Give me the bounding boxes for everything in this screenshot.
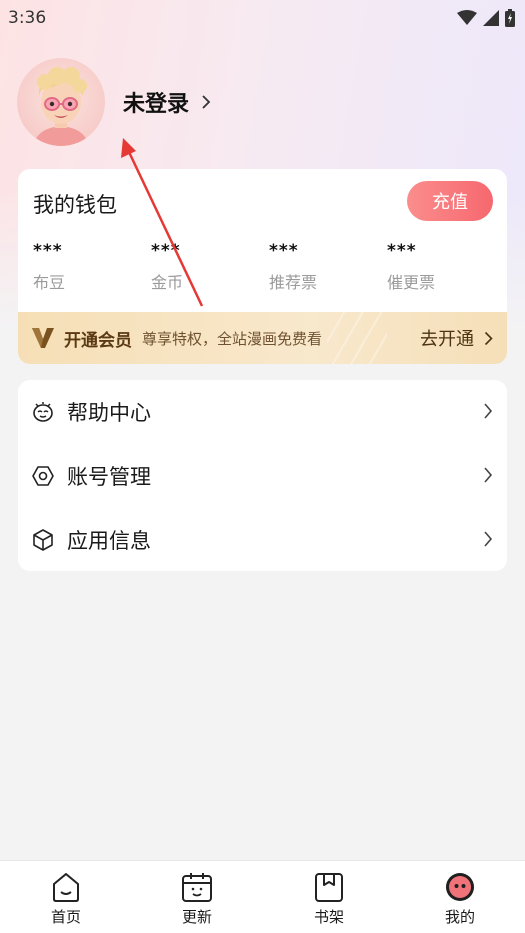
home-icon xyxy=(53,873,79,902)
nav-label: 更新 xyxy=(181,908,212,926)
status-icons xyxy=(457,9,515,27)
signal-icon xyxy=(483,10,499,26)
vip-activate-button[interactable]: 去开通 xyxy=(420,312,493,364)
wallet-title: 我的钱包 xyxy=(33,193,117,217)
battery-icon xyxy=(505,9,515,27)
stat-value: *** xyxy=(33,241,63,261)
bookshelf-icon xyxy=(315,873,343,902)
nav-label: 首页 xyxy=(50,908,81,926)
vip-v-icon xyxy=(32,328,54,348)
stat-value: *** xyxy=(151,241,181,261)
chevron-right-icon xyxy=(202,95,211,109)
chevron-right-icon xyxy=(484,331,493,345)
status-time: 3:36 xyxy=(8,8,47,28)
chevron-right-icon xyxy=(484,531,493,547)
stat-value: *** xyxy=(387,241,417,261)
menu-item-label: 账号管理 xyxy=(67,465,151,489)
calendar-icon xyxy=(182,873,212,902)
nav-item-home[interactable]: 首页 xyxy=(26,871,106,927)
status-bar: 3:36 xyxy=(0,0,525,36)
wallet-card: 我的钱包 充值 *** 布豆 *** 金币 *** 推荐票 *** 催更票 开通… xyxy=(18,169,507,364)
stat-label: 催更票 xyxy=(387,273,436,292)
menu-item-label: 帮助中心 xyxy=(67,401,151,425)
nav-item-mine[interactable]: 我的 xyxy=(420,871,500,927)
login-link[interactable]: 未登录 xyxy=(123,86,211,118)
app-info-icon xyxy=(33,529,53,551)
stat-value: *** xyxy=(269,241,299,261)
chevron-right-icon xyxy=(484,467,493,483)
stat-label: 金币 xyxy=(151,273,184,292)
nav-label: 我的 xyxy=(444,908,475,926)
stat-budou[interactable]: *** 布豆 xyxy=(33,241,143,293)
account-icon xyxy=(32,466,54,486)
stat-recommend-tickets[interactable]: *** 推荐票 xyxy=(269,241,379,293)
bottom-nav: 首页 更新 书架 我的 xyxy=(0,860,525,933)
vip-description: 尊享特权，全站漫画免费看 xyxy=(142,329,323,348)
menu-item-app-info[interactable]: 应用信息 xyxy=(18,508,507,572)
wallet-stats: *** 布豆 *** 金币 *** 推荐票 *** 催更票 xyxy=(33,241,503,301)
stat-urge-tickets[interactable]: *** 催更票 xyxy=(387,241,497,293)
profile-section: 未登录 xyxy=(17,58,211,146)
nav-label: 书架 xyxy=(313,908,344,926)
vip-activate-label: 去开通 xyxy=(420,329,474,350)
nav-item-updates[interactable]: 更新 xyxy=(157,871,237,927)
recharge-button[interactable]: 充值 xyxy=(407,181,493,221)
profile-icon xyxy=(446,873,474,901)
menu-item-help-center[interactable]: 帮助中心 xyxy=(18,380,507,444)
wifi-icon xyxy=(457,10,477,25)
stat-label: 推荐票 xyxy=(269,273,318,292)
menu-card: 帮助中心 账号管理 应用信息 xyxy=(18,380,507,571)
stat-coins[interactable]: *** 金币 xyxy=(151,241,261,293)
menu-item-account-management[interactable]: 账号管理 xyxy=(18,444,507,508)
menu-item-label: 应用信息 xyxy=(67,529,151,553)
cartoon-avatar-icon xyxy=(33,67,89,146)
stat-label: 布豆 xyxy=(33,273,66,292)
avatar[interactable] xyxy=(17,58,105,146)
help-icon xyxy=(33,402,53,422)
login-status-text[interactable]: 未登录 xyxy=(123,86,189,118)
vip-banner[interactable]: 开通会员 尊享特权，全站漫画免费看 去开通 xyxy=(18,312,507,364)
vip-title: 开通会员 xyxy=(64,330,132,351)
chevron-right-icon xyxy=(484,403,493,419)
nav-item-bookshelf[interactable]: 书架 xyxy=(289,871,369,927)
